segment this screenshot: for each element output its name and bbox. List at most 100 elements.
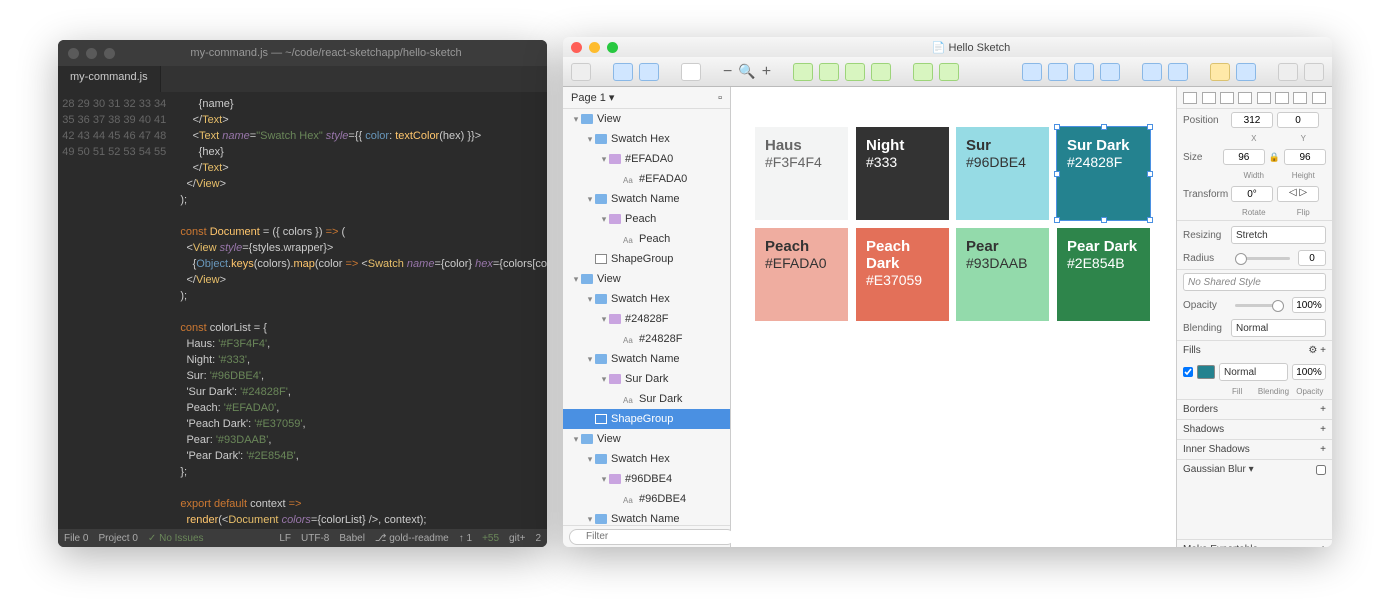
mirror-button[interactable]	[1022, 63, 1042, 81]
distribute-v-button[interactable]	[1312, 92, 1326, 104]
fill-opacity-input[interactable]	[1292, 364, 1326, 380]
share-button[interactable]	[1304, 63, 1324, 81]
resizing-select[interactable]: Stretch	[1231, 226, 1326, 244]
code-area[interactable]: {name} </Text> <Text name="Swatch Hex" s…	[174, 92, 547, 529]
align-left-button[interactable]	[1183, 92, 1197, 104]
sketch-titlebar[interactable]: 📄 Hello Sketch	[563, 37, 1332, 57]
layer-row[interactable]: ▾Peach	[563, 209, 730, 229]
position-y-input[interactable]	[1277, 112, 1319, 128]
insert-button[interactable]	[571, 63, 591, 81]
bool-subtract-button[interactable]	[819, 63, 839, 81]
swatch[interactable]: Peach Dark#E37059	[856, 228, 949, 321]
lock-icon[interactable]: 🔒	[1269, 152, 1280, 163]
close-icon[interactable]	[68, 48, 79, 59]
fill-mode-select[interactable]: Normal	[1219, 363, 1288, 381]
align-right-button[interactable]	[1220, 92, 1234, 104]
swatch[interactable]: Sur Dark#24828F	[1057, 127, 1150, 220]
bool-union-button[interactable]	[793, 63, 813, 81]
export-button[interactable]	[1142, 63, 1162, 81]
sync-button[interactable]	[1236, 63, 1256, 81]
blending-select[interactable]: Normal	[1231, 319, 1326, 337]
height-input[interactable]	[1284, 149, 1326, 165]
width-input[interactable]	[1223, 149, 1265, 165]
mask-button[interactable]	[1048, 63, 1068, 81]
align-top-button[interactable]	[1238, 92, 1252, 104]
swatch[interactable]: Night#333	[856, 127, 949, 220]
swatch[interactable]: Peach#EFADA0	[755, 228, 848, 321]
bool-intersect-button[interactable]	[845, 63, 865, 81]
editor-titlebar[interactable]: my-command.js — ~/code/react-sketchapp/h…	[58, 40, 547, 66]
layer-row[interactable]: #96DBE4	[563, 489, 730, 509]
status-branch[interactable]: ⎇ gold--readme	[375, 533, 449, 544]
zoom-icon[interactable]	[607, 42, 618, 53]
radius-input[interactable]	[1298, 250, 1326, 266]
view-button[interactable]	[1278, 63, 1298, 81]
layer-row[interactable]: ▾View	[563, 429, 730, 449]
status-encoding[interactable]: UTF-8	[301, 533, 329, 544]
status-lf[interactable]: LF	[279, 533, 291, 544]
layer-row[interactable]: ▾Swatch Name	[563, 509, 730, 525]
swatch[interactable]: Pear Dark#2E854B	[1057, 228, 1150, 321]
layer-row[interactable]: ▾View	[563, 269, 730, 289]
editor-tab[interactable]: my-command.js	[58, 66, 161, 92]
layer-row[interactable]: ▾View	[563, 109, 730, 129]
add-fill-button[interactable]: +	[1320, 345, 1326, 356]
align-center-button[interactable]	[1202, 92, 1216, 104]
align-bottom-button[interactable]	[1275, 92, 1289, 104]
opacity-input[interactable]	[1292, 297, 1326, 313]
edit-button[interactable]	[1100, 63, 1120, 81]
status-lang[interactable]: Babel	[339, 533, 365, 544]
layer-row[interactable]: ▾Sur Dark	[563, 369, 730, 389]
fills-settings-icon[interactable]: ⚙	[1308, 345, 1317, 356]
status-other[interactable]: 2	[535, 533, 541, 544]
blur-checkbox[interactable]	[1316, 465, 1326, 475]
status-ahead[interactable]: ↑ 1	[459, 533, 472, 544]
add-export-button[interactable]: +	[1320, 544, 1326, 547]
status-issues[interactable]: ✓ No Issues	[148, 533, 204, 544]
flip-button[interactable]: ◁ ▷	[1277, 186, 1319, 202]
cloud-button[interactable]	[1168, 63, 1188, 81]
layer-row[interactable]: ShapeGroup	[563, 409, 730, 429]
status-project[interactable]: Project 0	[98, 533, 137, 544]
add-border-button[interactable]: +	[1320, 404, 1326, 415]
layer-row[interactable]: ▾#24828F	[563, 309, 730, 329]
shared-style-select[interactable]: No Shared Style	[1183, 273, 1326, 291]
add-shadow-button[interactable]: +	[1320, 424, 1326, 435]
align-middle-button[interactable]	[1257, 92, 1271, 104]
layer-row[interactable]: ▾Swatch Name	[563, 189, 730, 209]
artboard-icon[interactable]: ▫	[718, 92, 722, 104]
status-git[interactable]: git+	[509, 533, 525, 544]
zoom-icon[interactable]: 🔍	[738, 63, 755, 80]
layer-row[interactable]: ▾Swatch Hex	[563, 289, 730, 309]
status-file[interactable]: File 0	[64, 533, 88, 544]
canvas[interactable]: Haus#F3F4F4Night#333Sur#96DBE4Sur Dark#2…	[731, 87, 1176, 547]
zoom-out-icon[interactable]: −	[723, 63, 732, 81]
artboard-button[interactable]	[681, 63, 701, 81]
zoom-in-icon[interactable]: +	[762, 63, 771, 81]
backward-button[interactable]	[939, 63, 959, 81]
layer-row[interactable]: ▾Swatch Name	[563, 349, 730, 369]
add-inner-shadow-button[interactable]: +	[1320, 444, 1326, 455]
symbols-button[interactable]	[1210, 63, 1230, 81]
layer-row[interactable]: #EFADA0	[563, 169, 730, 189]
layer-filter-input[interactable]	[569, 529, 735, 545]
scale-button[interactable]	[1074, 63, 1094, 81]
swatch[interactable]: Pear#93DAAB	[956, 228, 1049, 321]
minimize-icon[interactable]	[86, 48, 97, 59]
swatch[interactable]: Sur#96DBE4	[956, 127, 1049, 220]
layer-row[interactable]: ▾Swatch Hex	[563, 129, 730, 149]
layer-row[interactable]: ShapeGroup	[563, 249, 730, 269]
zoom-icon[interactable]	[104, 48, 115, 59]
swatch[interactable]: Haus#F3F4F4	[755, 127, 848, 220]
layer-row[interactable]: #24828F	[563, 329, 730, 349]
status-diff[interactable]: +55	[482, 533, 499, 544]
fill-enabled-checkbox[interactable]	[1183, 367, 1193, 377]
fill-color-chip[interactable]	[1197, 365, 1215, 379]
forward-button[interactable]	[913, 63, 933, 81]
layer-row[interactable]: ▾#EFADA0	[563, 149, 730, 169]
layer-row[interactable]: Sur Dark	[563, 389, 730, 409]
layer-row[interactable]: ▾#96DBE4	[563, 469, 730, 489]
minimize-icon[interactable]	[589, 42, 600, 53]
page-selector[interactable]: Page 1 ▾ ▫	[563, 87, 730, 109]
position-x-input[interactable]	[1231, 112, 1273, 128]
